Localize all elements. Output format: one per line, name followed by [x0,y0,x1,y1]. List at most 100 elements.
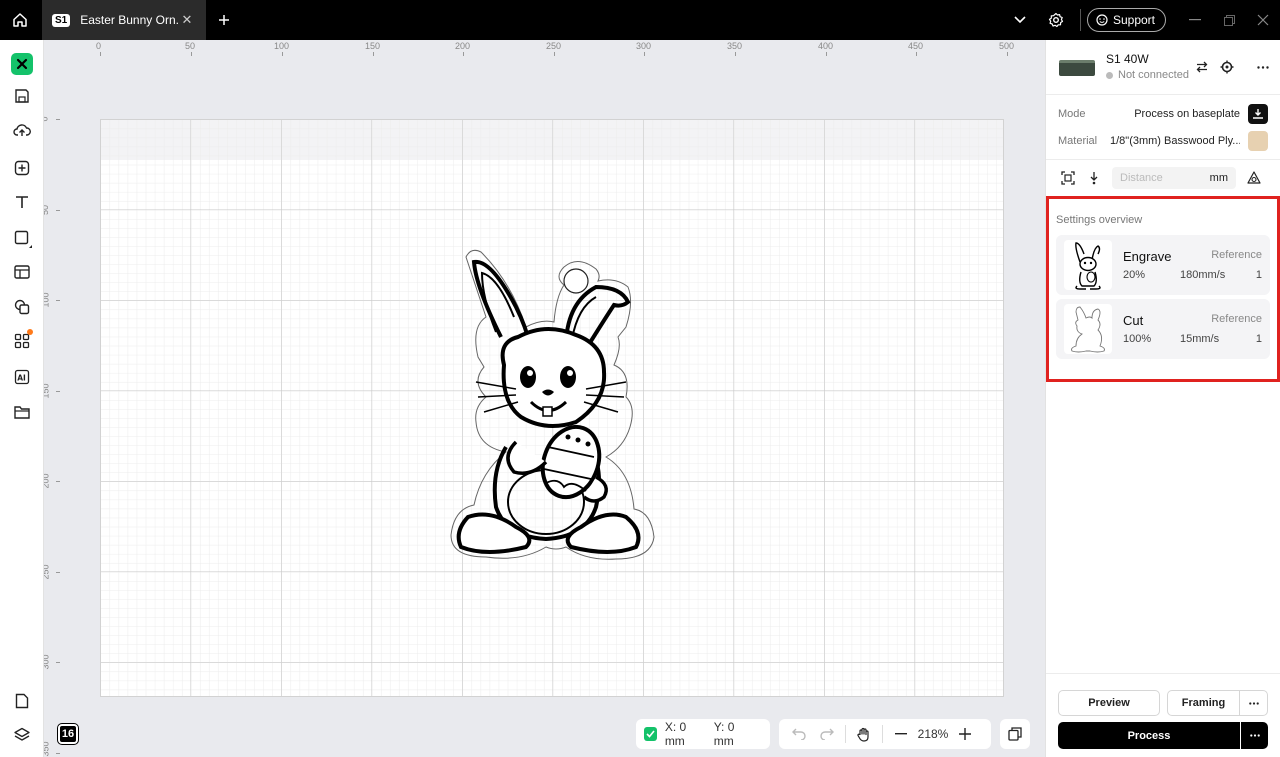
notification-dot [27,329,33,335]
text-tool-icon[interactable] [7,187,37,217]
close-window-icon[interactable] [1246,0,1280,40]
material-value[interactable]: 1/8"(3mm) Basswood Ply... [1110,135,1240,147]
layout-icon[interactable] [7,257,37,287]
x-coordinate: X: 0 mm [664,720,687,748]
cut-thumbnail [1064,304,1112,354]
engrave-speed: 180mm/s [1180,269,1226,281]
work-area[interactable] [100,119,1004,697]
ruler-tick-label: 50 [44,204,51,216]
ruler-tick-label: 300 [636,41,652,51]
ruler-tick-label: 350 [44,741,51,757]
divider [1079,9,1081,31]
ruler-tick-label: 150 [365,41,381,51]
engrave-passes: 1 [1255,269,1262,281]
maximize-icon[interactable] [1212,0,1246,40]
home-icon[interactable] [0,0,40,40]
gear-icon[interactable] [1038,0,1074,40]
document-icon[interactable] [7,686,37,716]
overview-title: Settings overview [1056,214,1143,226]
engrave-reference: Reference [1211,249,1262,261]
right-panel: S1 40W Not connected Mode Process on bas… [1045,40,1280,757]
layer-count-badge[interactable]: 16 [58,724,78,744]
more-options-icon[interactable] [1253,57,1273,77]
bunny-design[interactable] [446,247,666,577]
material-row: Material 1/8"(3mm) Basswood Ply... [1058,131,1268,151]
settings-overview: Settings overview Engrave Reference 20% … [1046,196,1280,382]
process-button[interactable]: Process [1058,722,1240,749]
engrave-thumbnail [1064,240,1112,290]
auto-focus-icon[interactable] [1058,168,1078,188]
cut-passes: 1 [1255,333,1262,345]
close-icon[interactable]: ✕ [180,12,194,28]
action-bar: Preview Framing Process [1046,673,1280,757]
focus-probe-icon[interactable] [1084,168,1104,188]
divider [882,725,883,743]
ruler-tick-label: 300 [44,654,51,670]
checkbox-checked-icon[interactable] [644,727,657,741]
left-toolbar: AI [0,40,44,757]
ruler-tick-label: 400 [818,41,834,51]
ruler-tick-label: 450 [908,41,924,51]
canvas-area[interactable]: 0 50 100 150 200 250 300 350 400 450 500… [44,40,1045,757]
ruler-tick-label: 200 [455,41,471,51]
add-shape-icon[interactable] [7,153,37,183]
project-tab[interactable]: S1 Easter Bunny Orn... ✕ [42,0,206,40]
ruler-tick-label: 350 [727,41,743,51]
process-more-button[interactable] [1241,722,1268,749]
framing-more-button[interactable] [1239,690,1268,716]
distance-row: Distance mm [1058,167,1268,189]
ruler-top: 0 50 100 150 200 250 300 350 400 450 500 [44,40,1045,56]
mode-value[interactable]: Process on baseplate [1110,108,1240,120]
distance-input[interactable]: Distance mm [1112,167,1236,189]
more-icon [1248,701,1259,705]
zoom-out-icon[interactable] [887,719,915,749]
app-logo-icon[interactable] [11,53,33,75]
divider [1046,159,1280,160]
ruler-left: 0 50 100 150 200 250 300 350 [44,40,60,757]
folder-icon[interactable] [7,397,37,427]
connect-icon[interactable] [1217,57,1237,77]
support-label: Support [1112,13,1155,27]
apps-icon[interactable] [7,326,37,356]
hand-pan-icon[interactable] [850,719,878,749]
engrave-power: 20% [1123,269,1146,281]
y-coordinate: Y: 0 mm [713,720,735,748]
ai-tool-icon[interactable]: AI [7,362,37,392]
device-name[interactable]: S1 40W [1106,52,1149,66]
status-dot [1106,71,1113,79]
cut-reference: Reference [1211,313,1262,325]
cloud-upload-icon[interactable] [7,115,37,145]
combine-shapes-icon[interactable] [7,292,37,322]
connection-status: Not connected [1118,69,1189,81]
measure-icon[interactable] [1244,168,1264,188]
support-button[interactable]: Support [1086,8,1166,32]
framing-button[interactable]: Framing [1167,690,1240,716]
ruler-tick-label: 500 [999,41,1015,51]
process-card-engrave[interactable]: Engrave Reference 20% 180mm/s 1 [1056,235,1270,295]
zoom-in-icon[interactable] [951,719,979,749]
coordinate-readout: X: 0 mm Y: 0 mm [636,719,770,749]
zoom-level[interactable]: 218% [915,727,951,741]
ruler-tick-label: 50 [185,41,196,51]
material-color-swatch[interactable] [1248,131,1268,151]
distance-placeholder: Distance [1120,172,1163,184]
support-icon [1096,14,1108,26]
chevron-down-icon[interactable] [1002,0,1038,40]
title-bar: S1 Easter Bunny Orn... ✕ Support [0,0,1280,40]
process-card-cut[interactable]: Cut Reference 100% 15mm/s 1 [1056,299,1270,359]
copy-icon[interactable] [1000,719,1030,749]
minimize-icon[interactable] [1178,0,1212,40]
distance-unit: mm [1209,172,1228,184]
shape-tool-icon[interactable] [7,223,37,253]
redo-icon[interactable] [813,719,841,749]
undo-icon[interactable] [785,719,813,749]
add-tab-button[interactable] [214,10,234,30]
layers-icon[interactable] [7,720,37,750]
ruler-tick-label: 150 [44,383,51,399]
ruler-tick-label: 200 [44,473,51,489]
laser-device-icon [1059,60,1095,76]
save-icon[interactable] [7,81,37,111]
preview-button[interactable]: Preview [1058,690,1160,716]
switch-device-icon[interactable] [1192,57,1212,77]
baseplate-mode-icon[interactable] [1248,104,1268,124]
